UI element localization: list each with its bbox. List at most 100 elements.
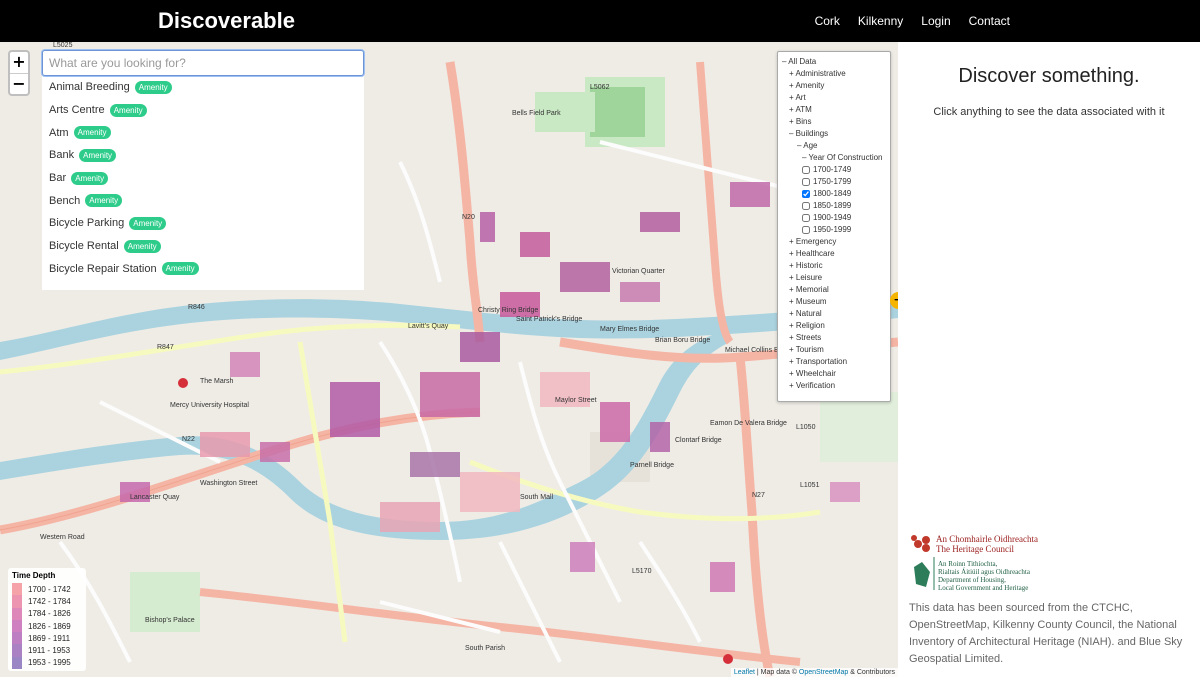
search-result-item[interactable]: Bench Amenity [42,189,364,212]
legend-label: 1784 - 1826 [28,609,71,619]
legend-item: 1700 - 1742 [12,583,86,596]
category-badge: Amenity [73,126,111,140]
tree-node-historic[interactable]: + Historic [782,260,890,272]
nav-link-contact[interactable]: Contact [969,14,1010,28]
tree-option-1900-1949[interactable]: 1900-1949 [782,212,890,224]
leaflet-link[interactable]: Leaflet [734,669,755,676]
map-label-south-parish: South Parish [465,645,506,652]
tree-node-buildings[interactable]: – Buildings [782,128,890,140]
search-result-item[interactable]: Atm Amenity [42,121,364,144]
tree-option-1950-1999[interactable]: 1950-1999 [782,224,890,236]
sidebar-subtitle: Click anything to see the data associate… [933,106,1165,118]
result-label: Bench [49,194,81,207]
legend-label: 1911 - 1953 [28,646,71,656]
tree-node-administrative[interactable]: + Administrative [782,68,890,80]
search-input[interactable] [42,50,364,76]
tree-option-1800-1849[interactable]: 1800-1849 [782,188,890,200]
checkbox-1950-1999[interactable] [802,225,810,234]
tree-option-1750-1799[interactable]: 1750-1799 [782,176,890,188]
tree-node-memorial[interactable]: + Memorial [782,284,890,296]
tree-node-age[interactable]: – Age [782,140,890,152]
category-badge: Amenity [79,148,117,162]
checkbox-label: 1800-1849 [813,189,852,198]
checkbox-1750-1799[interactable] [802,177,810,186]
tree-node-streets[interactable]: + Streets [782,332,890,344]
zoom-in-button[interactable]: + [10,52,28,73]
map-label-south-mall: South Mall [520,494,554,501]
checkbox-1700-1749[interactable] [802,165,810,174]
checkbox-label: 1700-1749 [813,165,852,174]
osm-link[interactable]: OpenStreetMap [799,669,848,676]
map-label-victorian-quarter: Victorian Quarter [612,268,665,275]
category-badge: Amenity [109,103,147,117]
tree-node-leisure[interactable]: + Leisure [782,272,890,284]
checkbox-1800-1849[interactable] [802,189,810,198]
map-label-l1050: L1050 [796,424,816,431]
category-badge: Amenity [71,171,109,185]
legend-item: 1953 - 1995 [12,656,86,670]
category-badge: Amenity [129,216,167,230]
legend-swatch [12,656,22,670]
tree-node-verification[interactable]: + Verification [782,380,890,392]
legend-item: 1742 - 1784 [12,595,86,608]
tree-node-year-of-construction[interactable]: – Year Of Construction [782,152,890,164]
tree-node-transportation[interactable]: + Transportation [782,356,890,368]
legend-swatch [12,632,22,645]
attribution-suffix: & Contributors [848,669,895,676]
tree-node-all-data[interactable]: – All Data [782,56,890,68]
map-view[interactable]: Christy Ring Bridge Saint Patrick's Brid… [0,42,898,677]
map-label-mercy-hospital: Mercy University Hospital [170,402,249,409]
tree-node-art[interactable]: + Art [782,92,890,104]
map-label-eamon-de-valera-bridge: Eamon De Valera Bridge [710,420,787,427]
search-result-item[interactable]: Bar Amenity [42,167,364,190]
map-label-lancaster-quay: Lancaster Quay [130,494,180,501]
search-result-item[interactable]: Bicycle Repair Station Amenity [42,258,364,281]
tree-node-emergency[interactable]: + Emergency [782,236,890,248]
search-result-item[interactable]: Animal Breeding Amenity [42,76,364,99]
tree-node-natural[interactable]: + Natural [782,308,890,320]
map-label-n22: N22 [182,436,195,443]
map-label-brian-boru-bridge: Brian Boru Bridge [655,337,711,344]
legend-swatch [12,644,22,657]
tree-node-healthcare[interactable]: + Healthcare [782,248,890,260]
legend-label: 1826 - 1869 [28,621,71,631]
tree-node-atm[interactable]: + ATM [782,104,890,116]
result-label: Bicycle Parking [49,217,125,230]
search-result-item[interactable]: Bank Amenity [42,144,364,167]
map-label-mary-elmes-bridge: Mary Elmes Bridge [600,326,660,333]
result-label: Animal Breeding [49,81,130,94]
tree-node-wheelchair[interactable]: + Wheelchair [782,368,890,380]
map-attribution: Leaflet | Map data © OpenStreetMap & Con… [730,668,898,677]
tree-node-amenity[interactable]: + Amenity [782,80,890,92]
nav-link-cork[interactable]: Cork [815,14,840,28]
tree-node-museum[interactable]: + Museum [782,296,890,308]
logo-dept-irish-2: Rialtais Áitiúil agus Oidhreachta [938,568,1030,576]
result-label: Bank [49,149,75,162]
checkbox-1900-1949[interactable] [802,213,810,222]
zoom-out-button[interactable]: − [10,73,28,94]
result-label: Arts Centre [49,104,105,117]
tree-node-religion[interactable]: + Religion [782,320,890,332]
logo-heritage-irish: An Chomhairle Oidhreachta [936,534,1038,544]
tree-option-1850-1899[interactable]: 1850-1899 [782,200,890,212]
nav-link-kilkenny[interactable]: Kilkenny [858,14,903,28]
search-results-list[interactable]: Animal Breeding Amenity Arts Centre Amen… [42,76,364,290]
search-result-item[interactable]: Arts Centre Amenity [42,99,364,122]
tree-node-tourism[interactable]: + Tourism [782,344,890,356]
search-result-item[interactable]: Bicycle Rental Amenity [42,235,364,258]
logo-dept-irish-1: An Roinn Tithíochta, [938,560,998,568]
tree-node-bins[interactable]: + Bins [782,116,890,128]
nav-link-login[interactable]: Login [921,14,950,28]
search-panel: Animal Breeding Amenity Arts Centre Amen… [42,50,364,290]
tree-option-1700-1749[interactable]: 1700-1749 [782,164,890,176]
checkbox-1850-1899[interactable] [802,201,810,210]
legend-label: 1742 - 1784 [28,596,71,606]
result-label: Bar [49,172,67,185]
map-label-clontarf-bridge: Clontarf Bridge [675,437,722,444]
legend-item: 1869 - 1911 [12,632,86,645]
brand-title[interactable]: Discoverable [158,8,295,34]
map-label-washington-street: Washington Street [200,480,258,487]
search-result-item[interactable]: Bicycle Parking Amenity [42,212,364,235]
map-label-n20: N20 [462,214,475,221]
top-navbar: Discoverable Cork Kilkenny Login Contact [0,0,1200,42]
